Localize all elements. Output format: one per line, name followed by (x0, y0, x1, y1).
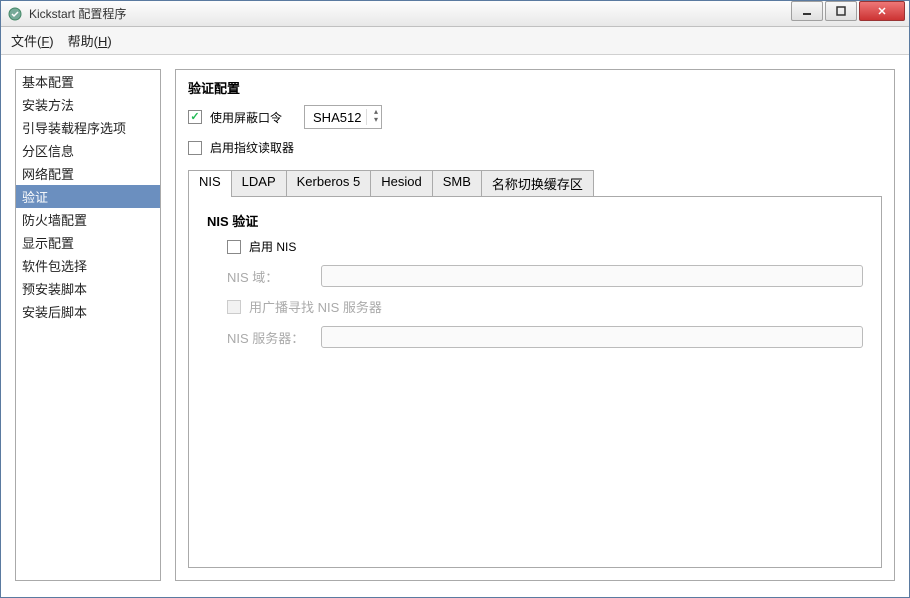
tab-ldap[interactable]: LDAP (232, 170, 287, 196)
nis-domain-row: NIS 域： (227, 265, 863, 287)
fingerprint-label: 启用指纹读取器 (210, 139, 294, 156)
nis-broadcast-label: 用广播寻找 NIS 服务器 (249, 297, 382, 316)
sidebar-item-post-script[interactable]: 安装后脚本 (16, 300, 160, 323)
shadow-row: 使用屏蔽口令 SHA512 ▴▾ (188, 105, 882, 129)
nis-enable-checkbox[interactable] (227, 240, 241, 254)
tab-nis[interactable]: NIS (188, 170, 232, 196)
nis-server-row: NIS 服务器： (227, 326, 863, 348)
nis-title: NIS 验证 (207, 211, 863, 230)
app-icon (7, 6, 23, 22)
sidebar-item-pre-script[interactable]: 预安装脚本 (16, 277, 160, 300)
menu-help[interactable]: 帮助(H) (68, 31, 112, 50)
sidebar-item-basic[interactable]: 基本配置 (16, 70, 160, 93)
nis-enable-row: 启用 NIS (227, 238, 863, 255)
app-window: Kickstart 配置程序 文件(F) 帮助(H) 基本配置 安装方法 引导装… (0, 0, 910, 598)
sidebar-item-bootloader[interactable]: 引导装载程序选项 (16, 116, 160, 139)
sidebar-item-firewall[interactable]: 防火墙配置 (16, 208, 160, 231)
close-button[interactable] (859, 1, 905, 21)
nis-domain-input[interactable] (321, 265, 863, 287)
nis-domain-label: NIS 域： (227, 267, 313, 286)
titlebar: Kickstart 配置程序 (1, 1, 909, 27)
window-controls (791, 1, 909, 26)
nis-enable-label: 启用 NIS (249, 238, 296, 255)
hash-algo-select[interactable]: SHA512 ▴▾ (304, 105, 382, 129)
chevron-updown-icon: ▴▾ (374, 108, 378, 124)
fingerprint-row: 启用指纹读取器 (188, 139, 882, 156)
nis-broadcast-checkbox[interactable] (227, 300, 241, 314)
nis-server-label: NIS 服务器： (227, 328, 313, 347)
auth-tabs: NIS LDAP Kerberos 5 Hesiod SMB 名称切换缓存区 (188, 170, 882, 197)
minimize-button[interactable] (791, 1, 823, 21)
tab-smb[interactable]: SMB (433, 170, 482, 196)
sidebar-item-network[interactable]: 网络配置 (16, 162, 160, 185)
sidebar: 基本配置 安装方法 引导装载程序选项 分区信息 网络配置 验证 防火墙配置 显示… (15, 69, 161, 581)
sidebar-item-install-method[interactable]: 安装方法 (16, 93, 160, 116)
tab-kerberos[interactable]: Kerberos 5 (287, 170, 372, 196)
shadow-checkbox[interactable] (188, 110, 202, 124)
sidebar-item-display[interactable]: 显示配置 (16, 231, 160, 254)
maximize-button[interactable] (825, 1, 857, 21)
menu-file[interactable]: 文件(F) (11, 31, 54, 50)
titlebar-left: Kickstart 配置程序 (7, 5, 126, 22)
sidebar-item-auth[interactable]: 验证 (16, 185, 160, 208)
nis-server-input[interactable] (321, 326, 863, 348)
sidebar-item-partition[interactable]: 分区信息 (16, 139, 160, 162)
auth-heading: 验证配置 (188, 72, 882, 105)
sidebar-item-packages[interactable]: 软件包选择 (16, 254, 160, 277)
window-title: Kickstart 配置程序 (29, 5, 126, 22)
tab-hesiod[interactable]: Hesiod (371, 170, 432, 196)
fingerprint-checkbox[interactable] (188, 141, 202, 155)
tab-body-nis: NIS 验证 启用 NIS NIS 域： 用广播寻找 NIS 服务器 NIS 服… (188, 197, 882, 568)
nis-broadcast-row: 用广播寻找 NIS 服务器 (227, 297, 863, 316)
hash-algo-value: SHA512 (313, 110, 361, 125)
content-area: 基本配置 安装方法 引导装载程序选项 分区信息 网络配置 验证 防火墙配置 显示… (1, 55, 909, 597)
menubar: 文件(F) 帮助(H) (1, 27, 909, 55)
shadow-label: 使用屏蔽口令 (210, 109, 282, 126)
tab-nscd[interactable]: 名称切换缓存区 (482, 170, 594, 196)
main-panel: 验证配置 使用屏蔽口令 SHA512 ▴▾ 启用指纹读取器 NIS LDAP K… (175, 69, 895, 581)
